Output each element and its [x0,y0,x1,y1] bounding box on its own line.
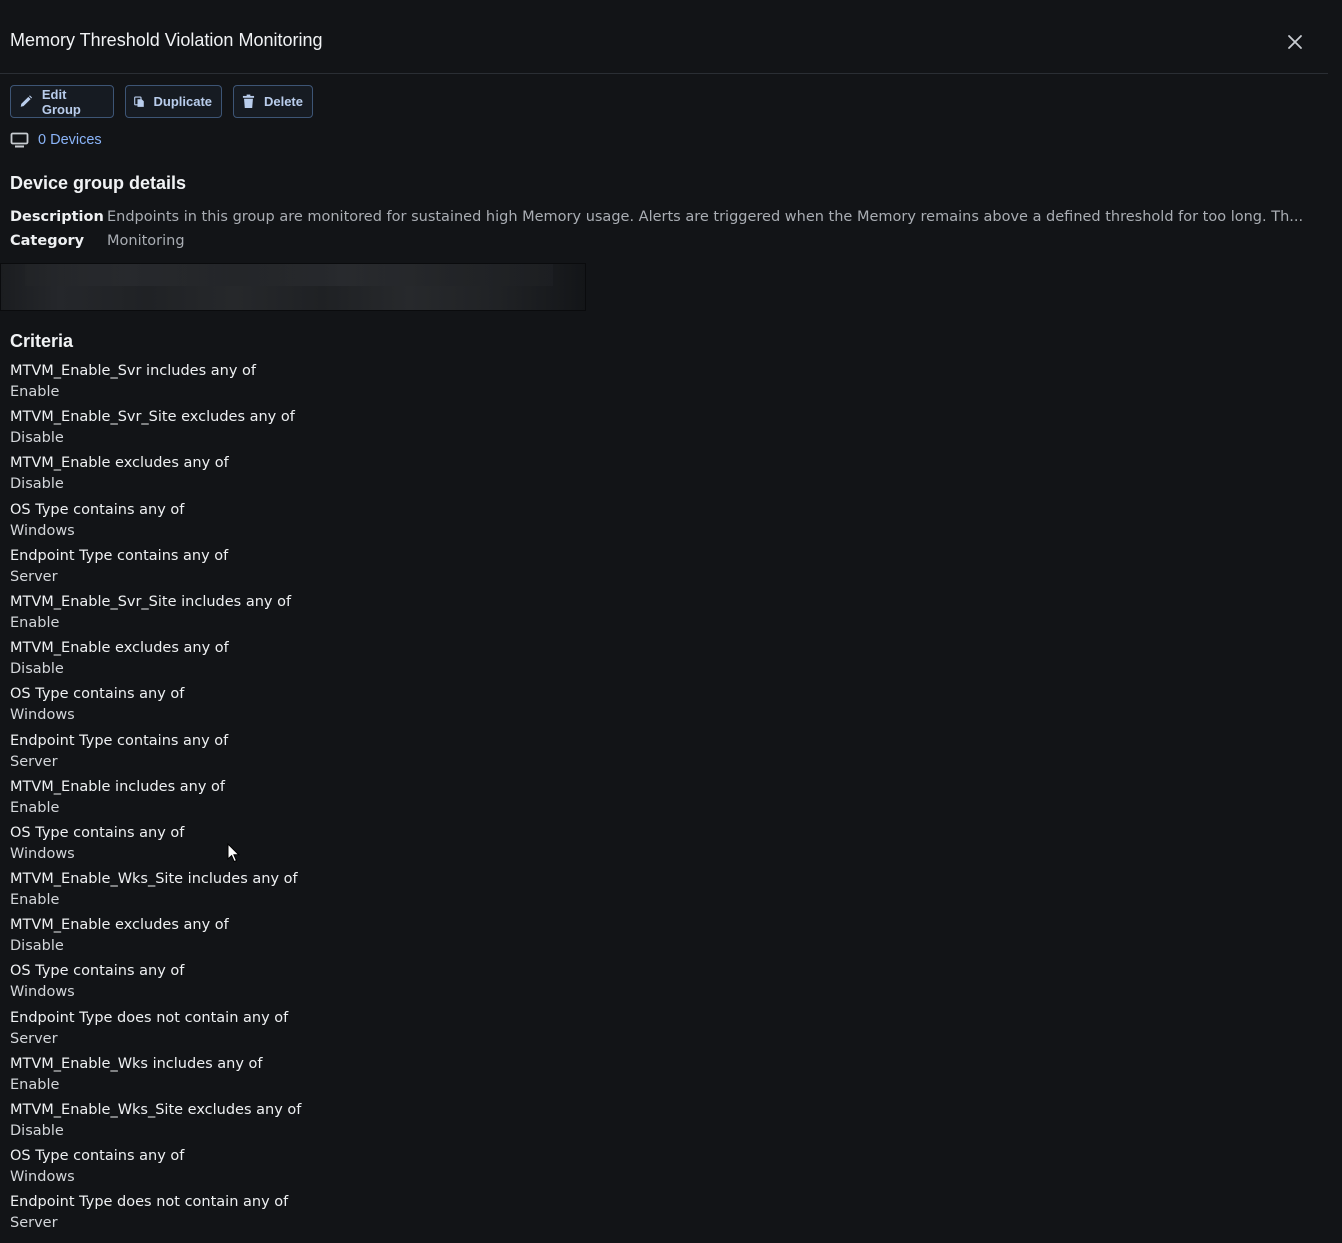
redacted-region [0,263,586,311]
criteria-condition: MTVM_Enable_Wks_Site excludes any of [10,1102,302,1118]
description-row: Description Endpoints in this group are … [10,205,1320,229]
description-label: Description [10,209,104,225]
criteria-condition: MTVM_Enable_Svr includes any of [10,363,256,379]
criteria-item: OS Type contains any of Windows [10,681,301,727]
criteria-item: OS Type contains any of Windows [10,958,301,1004]
criteria-condition: MTVM_Enable excludes any of [10,455,229,472]
monitor-icon [10,132,29,148]
mouse-cursor-icon [227,843,240,863]
description-value: Endpoints in this group are monitored fo… [107,209,1304,225]
criteria-condition: MTVM_Enable excludes any of [10,640,229,657]
criteria-value: Windows [10,522,75,539]
criteria-condition: OS Type contains any of [10,963,185,980]
duplicate-button[interactable]: Duplicate [125,85,222,118]
criteria-condition: OS Type contains any of [10,824,185,841]
dialog-header: Memory Threshold Violation Monitoring [0,0,1328,74]
criteria-item: MTVM_Enable_Svr_Site excludes any of Disa… [10,404,301,450]
criteria-condition: Endpoint Type does not contain any of [10,1009,289,1026]
criteria-value: Enable [10,614,60,631]
criteria-value: Windows [10,707,75,724]
details-table: Description Endpoints in this group are … [10,205,1320,253]
criteria-value: Server [10,568,58,585]
edit-group-label: Edit Group [41,86,81,117]
criteria-item: MTVM_Enable_Svr includes any of Enable [10,358,301,404]
criteria-value: Disable [10,476,64,493]
delete-button[interactable]: Delete [233,85,313,118]
duplicate-label: Duplicate [153,94,212,109]
criteria-item: MTVM_Enable_Wks_Site excludes any of Disa… [10,1097,301,1143]
criteria-condition: Endpoint Type contains any of [10,732,229,749]
criteria-list: MTVM_Enable_Svr includes any of Enable MTV… [10,358,301,1236]
edit-group-button[interactable]: Edit Group [10,85,114,118]
criteria-value: Enable [10,799,60,816]
criteria-value: Server [10,1215,58,1232]
criteria-value: Server [10,753,58,770]
devices-count: 0 Devices [38,132,102,148]
criteria-item: MTVM_Enable_Wks includes any of Enable [10,1051,301,1097]
category-value: Monitoring [107,233,185,249]
criteria-item: Endpoint Type does not contain any of Ser… [10,1189,301,1235]
criteria-condition: MTVM_Enable_Svr_Site excludes any of [10,409,295,426]
delete-label: Delete [263,94,303,109]
close-icon [1288,35,1302,49]
criteria-item: Endpoint Type does not contain any of Ser… [10,1005,301,1051]
criteria-value: Enable [10,384,60,400]
criteria-item: MTVM_Enable excludes any of Disable [10,635,301,681]
category-row: Category Monitoring [10,229,1320,253]
criteria-item: MTVM_Enable_Svr_Site includes any of Enab… [10,589,301,635]
close-button[interactable] [1283,30,1307,54]
criteria-item: MTVM_Enable excludes any of Disable [10,912,301,958]
criteria-value: Windows [10,984,75,1001]
criteria-value: Disable [10,1123,64,1139]
criteria-value: Windows [10,845,75,862]
details-heading: Device group details [10,173,187,193]
criteria-item: MTVM_Enable excludes any of Disable [10,450,301,496]
criteria-value: Enable [10,892,60,909]
criteria-condition: MTVM_Enable excludes any of [10,917,229,934]
criteria-item: Endpoint Type contains any of Server [10,543,301,589]
criteria-item: Endpoint Type contains any of Server [10,728,301,774]
criteria-item: OS Type contains any of Windows [10,820,301,866]
redacted-region-inner [25,264,553,286]
criteria-item: OS Type contains any of Windows [10,497,301,543]
criteria-condition: OS Type contains any of [10,1148,185,1165]
criteria-value: Server [10,1030,58,1047]
criteria-condition: Endpoint Type contains any of [10,547,229,564]
trash-icon [242,94,255,108]
criteria-condition: MTVM_Enable_Wks_Site includes any of [10,871,298,888]
criteria-value: Windows [10,1169,75,1186]
duplicate-icon [134,96,144,107]
criteria-value: Disable [10,430,64,447]
criteria-item: MTVM_Enable_Wks_Site includes any of Enab… [10,866,301,912]
criteria-value: Disable [10,938,64,955]
criteria-condition: OS Type contains any of [10,501,185,518]
pencil-icon [20,95,33,107]
criteria-heading: Criteria [10,331,74,351]
criteria-value: Enable [10,1076,60,1093]
criteria-condition: MTVM_Enable_Wks includes any of [10,1055,263,1072]
criteria-value: Disable [10,661,64,678]
criteria-condition: Endpoint Type does not contain any of [10,1194,289,1211]
toolbar: Edit Group Duplicate Delete [10,85,313,118]
criteria-condition: OS Type contains any of [10,686,185,703]
criteria-condition: MTVM_Enable_Svr_Site includes any of [10,593,292,610]
criteria-item: MTVM_Enable includes any of Enable [10,774,301,820]
criteria-condition: MTVM_Enable includes any of [10,778,225,795]
page-title: Memory Threshold Violation Monitoring [10,30,323,50]
devices-link[interactable]: 0 Devices [10,132,102,148]
criteria-item: OS Type contains any of Windows [10,1143,301,1189]
category-label: Category [10,233,85,249]
